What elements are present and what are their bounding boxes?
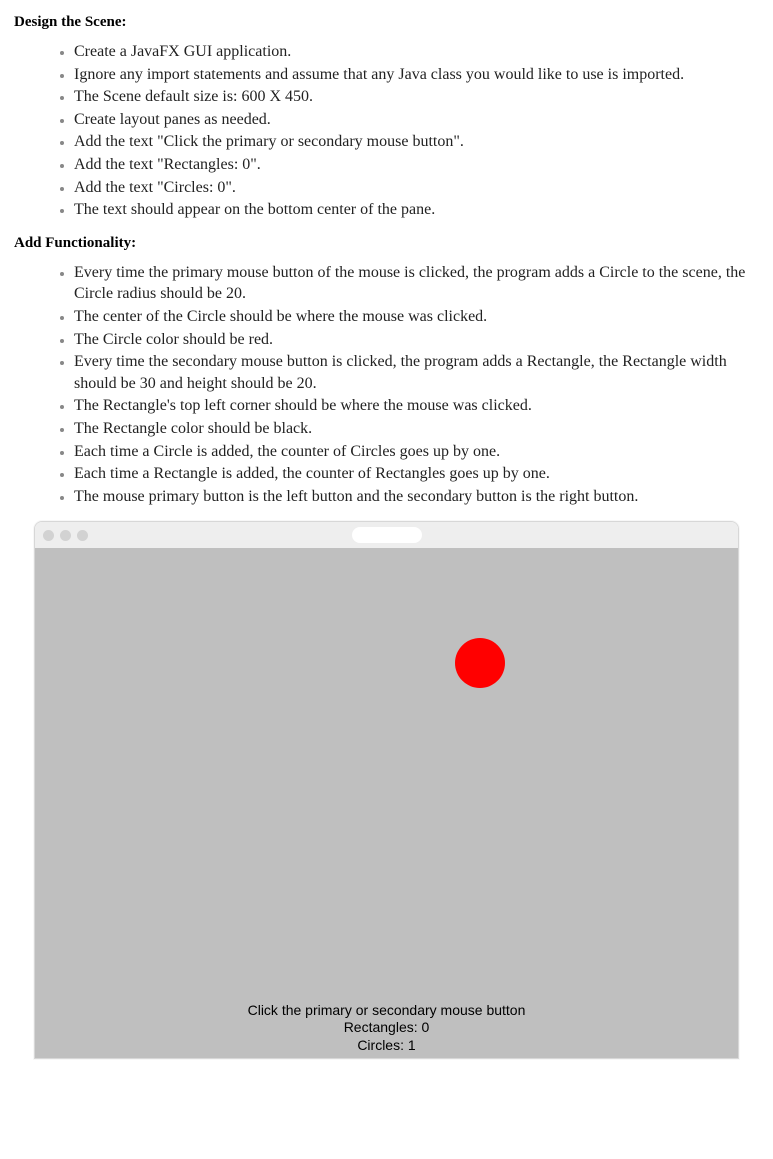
rectangles-counter: Rectangles: 0 (35, 1019, 738, 1037)
list-item: Ignore any import statements and assume … (74, 64, 759, 86)
list-item: The center of the Circle should be where… (74, 306, 759, 328)
drawing-canvas[interactable]: Click the primary or secondary mouse but… (35, 548, 738, 1058)
design-list: Create a JavaFX GUI application. Ignore … (14, 41, 759, 221)
status-text-block: Click the primary or secondary mouse but… (35, 1002, 738, 1055)
traffic-light-zoom-icon (77, 530, 88, 541)
list-item: Add the text "Circles: 0". (74, 177, 759, 199)
heading-design: Design the Scene: (14, 14, 759, 31)
window-titlebar (35, 522, 738, 548)
circle-shape (455, 638, 505, 688)
list-item: Create a JavaFX GUI application. (74, 41, 759, 63)
list-item: Each time a Circle is added, the counter… (74, 441, 759, 463)
list-item: The Rectangle's top left corner should b… (74, 395, 759, 417)
document-page: Design the Scene: Create a JavaFX GUI ap… (0, 0, 773, 1079)
list-item: The Rectangle color should be black. (74, 418, 759, 440)
list-item: The text should appear on the bottom cen… (74, 199, 759, 221)
functionality-list: Every time the primary mouse button of t… (14, 262, 759, 508)
list-item: The mouse primary button is the left but… (74, 486, 759, 508)
list-item: Add the text "Click the primary or secon… (74, 131, 759, 153)
list-item: Create layout panes as needed. (74, 109, 759, 131)
list-item: Every time the primary mouse button of t… (74, 262, 759, 305)
list-item: Every time the secondary mouse button is… (74, 351, 759, 394)
title-placeholder (352, 527, 422, 543)
circles-counter: Circles: 1 (35, 1037, 738, 1055)
traffic-light-minimize-icon (60, 530, 71, 541)
list-item: Add the text "Rectangles: 0". (74, 154, 759, 176)
list-item: The Scene default size is: 600 X 450. (74, 86, 759, 108)
instruction-text: Click the primary or secondary mouse but… (35, 1002, 738, 1020)
list-item: Each time a Rectangle is added, the coun… (74, 463, 759, 485)
app-window: Click the primary or secondary mouse but… (34, 521, 739, 1059)
traffic-light-close-icon (43, 530, 54, 541)
list-item: The Circle color should be red. (74, 329, 759, 351)
heading-functionality: Add Functionality: (14, 235, 759, 252)
